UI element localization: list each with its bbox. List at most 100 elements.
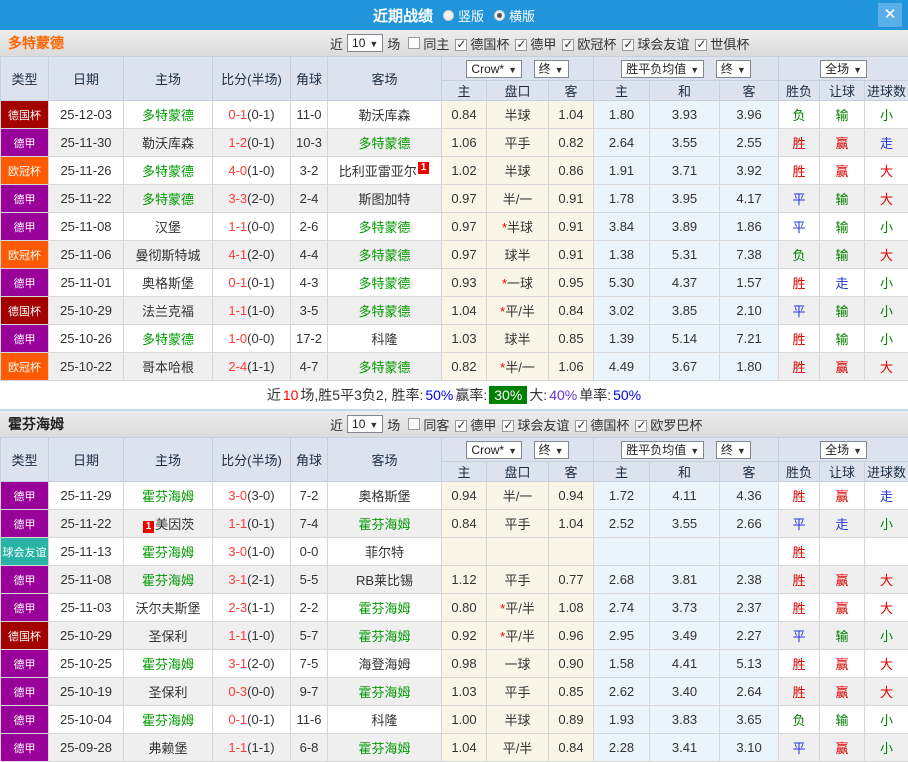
result-wdl: 胜	[779, 129, 820, 157]
odds-home: 0.94	[442, 482, 487, 510]
avg-draw-odds: 3.41	[650, 734, 720, 762]
team-label: 美因茨	[155, 517, 194, 532]
avg-away-odds: 1.57	[720, 269, 779, 297]
near-label: 近	[330, 415, 343, 434]
league-checkbox[interactable]	[562, 39, 574, 51]
corner-score: 3-5	[291, 297, 328, 325]
bookmaker-select[interactable]: Crow*▼	[466, 441, 522, 459]
handicap: 一球	[487, 650, 549, 678]
league-checkbox[interactable]	[635, 420, 647, 432]
avg-draw-odds: 5.31	[650, 241, 720, 269]
league-checkbox[interactable]	[515, 39, 527, 51]
handicap: 半/一	[487, 185, 549, 213]
horizontal-layout-radio[interactable]	[494, 10, 505, 21]
match-date: 25-10-22	[49, 353, 124, 381]
period-select[interactable]: 全场▼	[820, 60, 867, 78]
corner-score: 11-6	[291, 706, 328, 734]
odds-home: 0.93	[442, 269, 487, 297]
result-handicap: 赢	[820, 566, 865, 594]
home-team: 勒沃库森	[124, 129, 213, 157]
result-goals: 大	[865, 157, 908, 185]
avg-home-odds: 2.52	[594, 510, 650, 538]
home-team: 霍芬海姆	[124, 566, 213, 594]
match-type: 德国杯	[1, 622, 49, 650]
home-team: 霍芬海姆	[124, 538, 213, 566]
same-venue-checkbox[interactable]	[408, 418, 420, 430]
team-label: 霍芬海姆	[142, 573, 194, 588]
odds-away: 0.91	[549, 241, 594, 269]
col-corner: 角球	[291, 57, 328, 101]
result-handicap: 输	[820, 241, 865, 269]
close-icon[interactable]: ✕	[878, 3, 902, 27]
result-wdl: 胜	[779, 594, 820, 622]
avg-odds-select[interactable]: 胜平负均值▼	[621, 60, 704, 78]
avg-draw-odds: 3.55	[650, 129, 720, 157]
avg-draw-odds: 3.81	[650, 566, 720, 594]
odds-home: 1.03	[442, 325, 487, 353]
vertical-layout-label[interactable]: 竖版	[458, 6, 484, 25]
handicap: *平/半	[487, 622, 549, 650]
match-count-select[interactable]: 10▼	[347, 415, 383, 433]
result-wdl: 胜	[779, 650, 820, 678]
rank-badge: 1	[418, 162, 430, 174]
col-date: 日期	[49, 57, 124, 101]
avg-away-odds: 7.21	[720, 325, 779, 353]
avg-home-odds: 2.28	[594, 734, 650, 762]
result-wdl: 负	[779, 101, 820, 129]
result-handicap: 走	[820, 510, 865, 538]
period-select[interactable]: 全场▼	[820, 441, 867, 459]
result-handicap: 赢	[820, 678, 865, 706]
match-score: 1-0(0-0)	[213, 325, 291, 353]
sub-col-handicap: 盘口	[487, 462, 549, 482]
result-wdl: 胜	[779, 353, 820, 381]
avg-home-odds: 2.64	[594, 129, 650, 157]
match-score: 1-1(1-0)	[213, 622, 291, 650]
league-checkbox[interactable]	[695, 39, 707, 51]
col-score: 比分(半场)	[213, 57, 291, 101]
vertical-layout-radio[interactable]	[443, 10, 454, 21]
league-checkbox[interactable]	[455, 39, 467, 51]
corner-score: 11-0	[291, 101, 328, 129]
league-checkbox[interactable]	[502, 420, 514, 432]
match-type: 德甲	[1, 269, 49, 297]
avg-time-select[interactable]: 终▼	[716, 60, 751, 78]
same-venue-checkbox[interactable]	[408, 37, 420, 49]
away-team: RB莱比锡	[328, 566, 442, 594]
result-wdl: 平	[779, 734, 820, 762]
match-score: 3-1(2-1)	[213, 566, 291, 594]
match-type: 德甲	[1, 510, 49, 538]
sub-col-odds-home: 主	[442, 81, 487, 101]
league-checkbox[interactable]	[575, 420, 587, 432]
sub-col-avg-home: 主	[594, 81, 650, 101]
corner-score: 6-8	[291, 734, 328, 762]
games-label: 场	[387, 415, 400, 434]
odds-time-select[interactable]: 终▼	[534, 60, 569, 78]
match-date: 25-10-25	[49, 650, 124, 678]
match-row: 球会友谊25-11-13霍芬海姆3-0(1-0)0-0菲尔特胜	[1, 538, 908, 566]
avg-home-odds: 2.68	[594, 566, 650, 594]
match-date: 25-11-29	[49, 482, 124, 510]
odds-away: 0.77	[549, 566, 594, 594]
odds-time-select[interactable]: 终▼	[534, 441, 569, 459]
odds-away: 0.86	[549, 157, 594, 185]
odds-away: 1.04	[549, 510, 594, 538]
result-wdl: 胜	[779, 325, 820, 353]
team-label: 比利亚雷亚尔	[339, 164, 417, 179]
match-count-select[interactable]: 10▼	[347, 34, 383, 52]
avg-home-odds: 2.74	[594, 594, 650, 622]
home-team: 霍芬海姆	[124, 482, 213, 510]
team-label: 法兰克福	[142, 304, 194, 319]
bookmaker-select[interactable]: Crow*▼	[466, 60, 522, 78]
odds-away: 1.04	[549, 101, 594, 129]
horizontal-layout-label[interactable]: 横版	[509, 6, 535, 25]
avg-home-odds: 1.78	[594, 185, 650, 213]
result-handicap: 输	[820, 101, 865, 129]
league-checkbox[interactable]	[622, 39, 634, 51]
avg-odds-select[interactable]: 胜平负均值▼	[621, 441, 704, 459]
match-date: 25-11-08	[49, 213, 124, 241]
result-handicap: 赢	[820, 594, 865, 622]
chevron-down-icon: ▼	[555, 65, 564, 75]
avg-time-select[interactable]: 终▼	[716, 441, 751, 459]
league-checkbox[interactable]	[455, 420, 467, 432]
avg-away-odds: 4.17	[720, 185, 779, 213]
